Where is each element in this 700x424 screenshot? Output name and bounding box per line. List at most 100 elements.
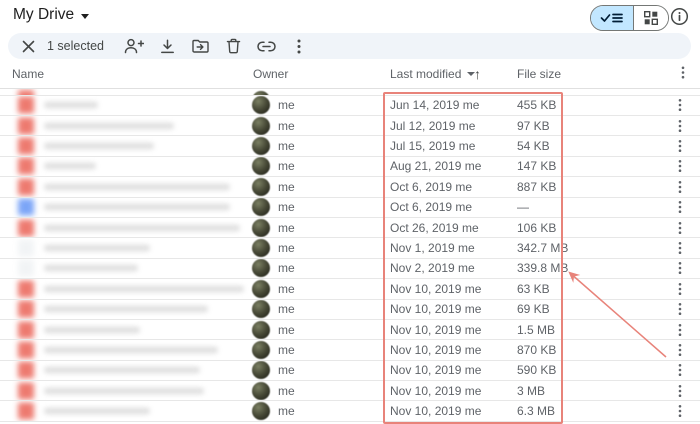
info-button[interactable] — [670, 7, 689, 26]
file-type-icon — [18, 138, 34, 155]
delete-button[interactable] — [226, 38, 241, 54]
get-link-button[interactable] — [257, 41, 276, 52]
row-more-actions-button[interactable] — [678, 160, 682, 173]
row-more-actions-button[interactable] — [678, 262, 682, 275]
sort-direction-button[interactable]: ↑ — [474, 66, 481, 82]
last-modified-value: Nov 2, 2019 me — [390, 261, 475, 275]
file-type-icon — [18, 301, 34, 318]
row-more-actions-button[interactable] — [678, 282, 682, 295]
file-row[interactable]: me Nov 10, 2019 me 69 KB — [0, 300, 700, 320]
row-more-actions-button[interactable] — [678, 384, 682, 397]
row-more-actions-button[interactable] — [678, 140, 682, 153]
owner-avatar — [252, 198, 270, 216]
selected-count-label: 1 selected — [47, 39, 104, 53]
last-modified-value: Nov 10, 2019 me — [390, 343, 481, 357]
owner-label: me — [278, 384, 295, 398]
owner-label: me — [278, 363, 295, 377]
file-size-value: 590 KB — [517, 363, 556, 377]
more-actions-button[interactable] — [297, 39, 301, 54]
row-more-actions-button[interactable] — [678, 119, 682, 132]
file-type-icon — [18, 117, 34, 134]
last-modified-label: Last modified — [390, 67, 461, 81]
file-row[interactable]: me Oct 6, 2019 me 887 KB — [0, 177, 700, 197]
file-size-value: 69 KB — [517, 302, 550, 316]
download-icon — [160, 39, 175, 54]
file-type-icon — [18, 178, 34, 195]
owner-avatar — [252, 382, 270, 400]
row-more-actions-button[interactable] — [678, 343, 682, 356]
file-row[interactable]: me Nov 10, 2019 me 63 KB — [0, 279, 700, 299]
file-name-redacted — [44, 183, 230, 190]
download-button[interactable] — [160, 39, 175, 54]
row-more-actions-button[interactable] — [678, 323, 682, 336]
last-modified-value: Oct 6, 2019 me — [390, 180, 472, 194]
file-size-value: 1.5 MB — [517, 323, 555, 337]
selection-toolbar: 1 selected — [8, 33, 691, 59]
file-row[interactable]: me Nov 10, 2019 me 1.5 MB — [0, 320, 700, 340]
more-vert-icon — [678, 262, 682, 275]
file-row[interactable]: me Aug 21, 2019 me 147 KB — [0, 157, 700, 177]
owner-avatar — [252, 239, 270, 257]
trash-icon — [226, 38, 241, 54]
owner-label: me — [278, 282, 295, 296]
last-modified-value: Nov 10, 2019 me — [390, 404, 481, 418]
column-header-file-size[interactable]: File size — [517, 67, 561, 81]
last-modified-value: Jul 12, 2019 me — [390, 119, 475, 133]
column-header-name[interactable]: Name — [12, 67, 44, 81]
owner-avatar — [252, 96, 270, 114]
file-row[interactable]: me Nov 10, 2019 me 590 KB — [0, 361, 700, 381]
person-add-icon — [124, 38, 144, 54]
row-more-actions-button[interactable] — [678, 99, 682, 112]
file-row[interactable]: me Nov 10, 2019 me 6.3 MB — [0, 401, 700, 421]
my-drive-menu[interactable]: My Drive — [13, 6, 89, 24]
file-row[interactable]: me Oct 6, 2019 me — — [0, 198, 700, 218]
share-button[interactable] — [124, 38, 144, 54]
file-row[interactable]: me Jul 12, 2019 me 97 KB — [0, 116, 700, 136]
file-type-icon — [18, 280, 34, 297]
row-more-actions-button[interactable] — [678, 364, 682, 377]
file-type-icon — [18, 260, 34, 277]
file-row[interactable]: me Jul 15, 2019 me 54 KB — [0, 136, 700, 156]
file-size-value: 342.7 MB — [517, 241, 568, 255]
more-vert-icon — [678, 140, 682, 153]
file-row[interactable]: me Nov 2, 2019 me 339.8 MB — [0, 259, 700, 279]
owner-label: me — [278, 159, 295, 173]
file-type-icon — [18, 240, 34, 257]
column-settings-button[interactable] — [681, 66, 685, 82]
file-name-redacted — [44, 285, 244, 292]
file-row[interactable]: me Nov 1, 2019 me 342.7 MB — [0, 238, 700, 258]
row-more-actions-button[interactable] — [678, 180, 682, 193]
row-more-actions-button[interactable] — [678, 201, 682, 214]
file-type-icon — [18, 403, 34, 420]
file-row[interactable]: me Jun 14, 2019 me 455 KB — [0, 96, 700, 116]
more-vert-icon — [678, 343, 682, 356]
row-more-actions-button[interactable] — [678, 242, 682, 255]
owner-avatar — [252, 178, 270, 196]
column-header-owner[interactable]: Owner — [253, 67, 288, 81]
move-to-folder-button[interactable] — [192, 39, 209, 53]
folder-move-icon — [192, 39, 209, 53]
file-type-icon — [18, 158, 34, 175]
file-type-icon — [18, 362, 34, 379]
file-name-redacted — [44, 306, 208, 313]
close-icon — [22, 40, 35, 53]
last-modified-value: Nov 1, 2019 me — [390, 241, 475, 255]
row-more-actions-button[interactable] — [678, 405, 682, 418]
file-row[interactable]: me Nov 10, 2019 me 870 KB — [0, 340, 700, 360]
file-size-value: 339.8 MB — [517, 261, 568, 275]
owner-avatar — [252, 280, 270, 298]
owner-label: me — [278, 404, 295, 418]
grid-view-button[interactable] — [634, 6, 668, 30]
file-name-redacted — [44, 122, 174, 129]
file-row[interactable] — [0, 89, 700, 96]
last-modified-value: Jul 15, 2019 me — [390, 139, 475, 153]
list-view-button[interactable] — [591, 6, 634, 30]
more-vert-icon — [678, 303, 682, 316]
file-row[interactable]: me Oct 26, 2019 me 106 KB — [0, 218, 700, 238]
more-vert-icon — [678, 282, 682, 295]
clear-selection-button[interactable] — [22, 40, 35, 53]
file-row[interactable]: me Nov 10, 2019 me 3 MB — [0, 381, 700, 401]
row-more-actions-button[interactable] — [678, 221, 682, 234]
row-more-actions-button[interactable] — [678, 303, 682, 316]
column-header-last-modified[interactable]: Last modified — [390, 67, 475, 81]
